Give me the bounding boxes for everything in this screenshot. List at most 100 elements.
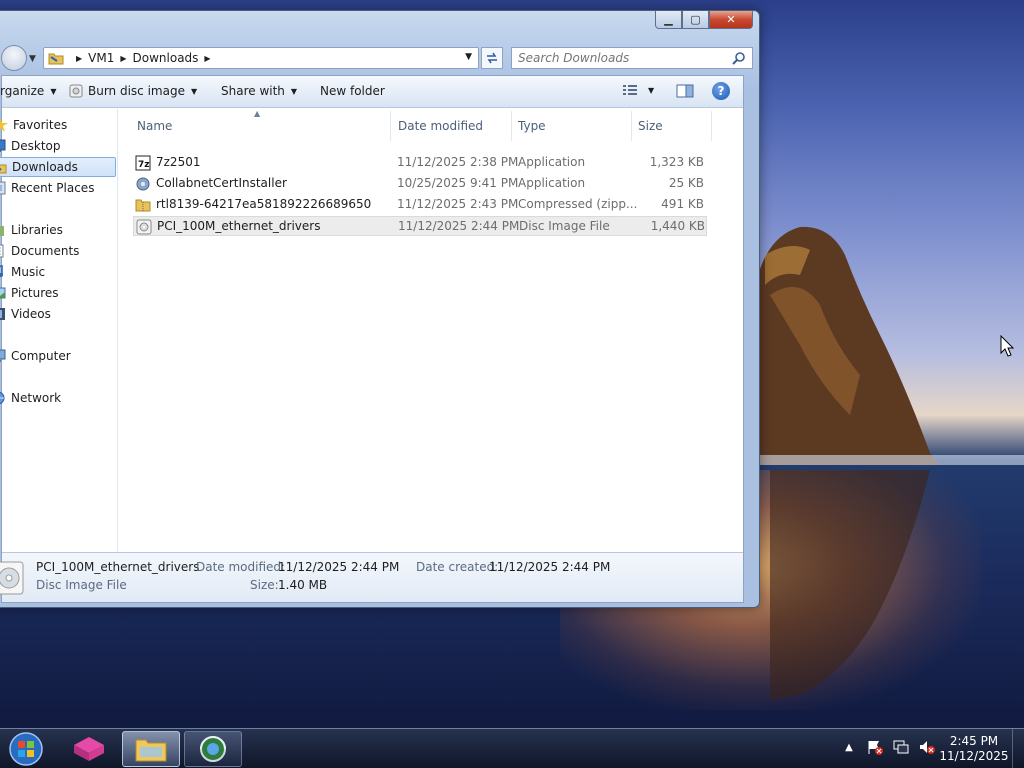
close-button[interactable]: ✕ [709, 11, 753, 29]
shore-line [740, 455, 1024, 465]
clock-date: 11/12/2025 [939, 749, 1009, 763]
breadcrumb-separator-icon[interactable]: ▶ [120, 54, 126, 63]
folder-icon [48, 53, 64, 65]
nav-videos-label: Videos [11, 307, 51, 321]
dropdown-arrow-icon: ▼ [50, 86, 57, 96]
show-desktop-button[interactable] [1012, 729, 1024, 768]
column-header-name[interactable]: Name [137, 119, 172, 133]
new-folder-button[interactable]: New folder [320, 84, 385, 98]
details-date-modified-label: Date modified: [196, 560, 286, 574]
sort-ascending-icon: ▲ [254, 109, 261, 118]
zip-folder-icon [135, 199, 151, 212]
preview-pane-button[interactable] [676, 83, 694, 102]
forward-button[interactable] [1, 45, 27, 71]
dropdown-arrow-icon: ▼ [648, 85, 655, 95]
file-name: 7z2501 [156, 155, 201, 169]
nav-libraries[interactable]: Libraries [0, 220, 63, 240]
clock[interactable]: 2:45 PM 11/12/2025 [938, 734, 1010, 764]
nav-music-label: Music [11, 265, 46, 279]
system-tray: ▲ [840, 739, 944, 755]
new-folder-label: New folder [320, 84, 385, 98]
nav-computer[interactable]: Computer [0, 346, 71, 366]
breadcrumb-vm1[interactable]: VM1 [88, 51, 114, 65]
documents-icon [0, 244, 4, 258]
navigation-row: ▼ ▶ VM1 ▶ Downloads ▶ ▼ [0, 45, 759, 71]
share-with-button[interactable]: Share with ▼ [221, 84, 297, 98]
file-list: ▲ Name Date modified Type Size 7z 7z2501… [119, 109, 743, 552]
column-header-type[interactable]: Type [518, 119, 546, 133]
show-hidden-icons-button[interactable]: ▲ [840, 739, 858, 755]
explorer-body: rganize ▼ Burn disc image ▼ Share with ▼ Ne… [0, 75, 744, 603]
nav-downloads-label: Downloads [12, 160, 78, 174]
search-input[interactable] [518, 51, 723, 65]
network-status-icon[interactable] [892, 739, 910, 755]
nav-music[interactable]: Music [0, 262, 45, 282]
column-divider[interactable] [631, 111, 632, 141]
change-view-button[interactable]: ▼ [622, 83, 654, 97]
file-size: 25 KB [668, 176, 704, 190]
search-icon[interactable] [732, 51, 746, 65]
star-icon [0, 118, 8, 132]
desktop-icon [0, 139, 6, 152]
file-row[interactable]: 7z 7z2501 11/12/2025 2:38 PM Application… [133, 153, 707, 173]
address-dropdown-icon[interactable]: ▼ [465, 52, 472, 62]
file-name: CollabnetCertInstaller [156, 176, 287, 190]
breadcrumb-separator-icon[interactable]: ▶ [204, 54, 210, 63]
nav-favorites[interactable]: Favorites [0, 115, 67, 135]
file-row[interactable]: rtl8139-64217ea581892226689650 11/12/202… [133, 195, 707, 215]
7zip-icon: 7z [135, 155, 151, 171]
column-header-size[interactable]: Size [638, 119, 663, 133]
refresh-icon [487, 52, 497, 64]
breadcrumb-separator-icon[interactable]: ▶ [76, 54, 82, 63]
taskbar-app-running[interactable] [184, 731, 242, 767]
nav-documents[interactable]: Documents [0, 241, 79, 261]
column-divider[interactable] [390, 111, 391, 141]
nav-favorites-label: Favorites [13, 118, 68, 132]
details-date-modified-value: 11/12/2025 2:44 PM [278, 560, 400, 574]
details-size-label: Size: [250, 578, 279, 592]
music-icon [0, 265, 3, 277]
details-file-name: PCI_100M_ethernet_drivers [36, 560, 200, 574]
recent-pages-dropdown-icon[interactable]: ▼ [29, 54, 36, 64]
breadcrumb-downloads[interactable]: Downloads [133, 51, 199, 65]
caption-buttons: ▁ ▢ ✕ [655, 11, 753, 29]
help-icon[interactable]: ? [712, 82, 730, 100]
start-button-icon[interactable] [6, 731, 46, 767]
nav-pictures[interactable]: Pictures [0, 283, 59, 303]
nav-computer-label: Computer [11, 349, 71, 363]
volume-muted-icon[interactable] [918, 739, 936, 755]
app-cube-icon [74, 737, 104, 761]
minimize-button[interactable]: ▁ [655, 11, 682, 29]
refresh-button[interactable] [481, 47, 503, 69]
dropdown-arrow-icon: ▼ [190, 86, 198, 96]
column-header-date[interactable]: Date modified [398, 119, 483, 133]
organize-button[interactable]: rganize ▼ [0, 84, 56, 98]
command-bar: rganize ▼ Burn disc image ▼ Share with ▼ Ne… [0, 76, 743, 108]
burn-disc-icon [69, 84, 83, 98]
folder-icon [135, 739, 167, 762]
search-box[interactable] [511, 47, 753, 69]
nav-downloads[interactable]: Downloads [0, 157, 116, 177]
file-row[interactable]: CollabnetCertInstaller 10/25/2025 9:41 P… [133, 174, 707, 194]
burn-disc-image-label: Burn disc image [88, 84, 185, 98]
nav-recent-places-label: Recent Places [11, 181, 95, 195]
nav-libraries-label: Libraries [11, 223, 63, 237]
taskbar-windows-explorer[interactable] [122, 731, 180, 767]
address-bar[interactable]: ▶ VM1 ▶ Downloads ▶ ▼ [43, 47, 479, 69]
taskbar-app-pinned[interactable] [60, 731, 118, 767]
details-size-value: 1.40 MB [278, 578, 328, 592]
nav-recent-places[interactable]: Recent Places [0, 178, 94, 198]
file-row-selected[interactable]: PCI_100M_ethernet_drivers 11/12/2025 2:4… [133, 216, 707, 236]
computer-icon [0, 349, 6, 362]
share-with-label: Share with [221, 84, 285, 98]
dropdown-arrow-icon: ▼ [290, 86, 298, 96]
nav-desktop[interactable]: Desktop [0, 136, 114, 156]
column-divider[interactable] [511, 111, 512, 141]
nav-videos[interactable]: Videos [0, 304, 51, 324]
column-divider[interactable] [711, 111, 712, 141]
action-center-flag-icon[interactable] [866, 739, 884, 755]
file-name: rtl8139-64217ea581892226689650 [156, 197, 372, 211]
burn-disc-image-button[interactable]: Burn disc image ▼ [69, 84, 197, 98]
maximize-button[interactable]: ▢ [682, 11, 709, 29]
nav-network[interactable]: Network [0, 388, 61, 408]
